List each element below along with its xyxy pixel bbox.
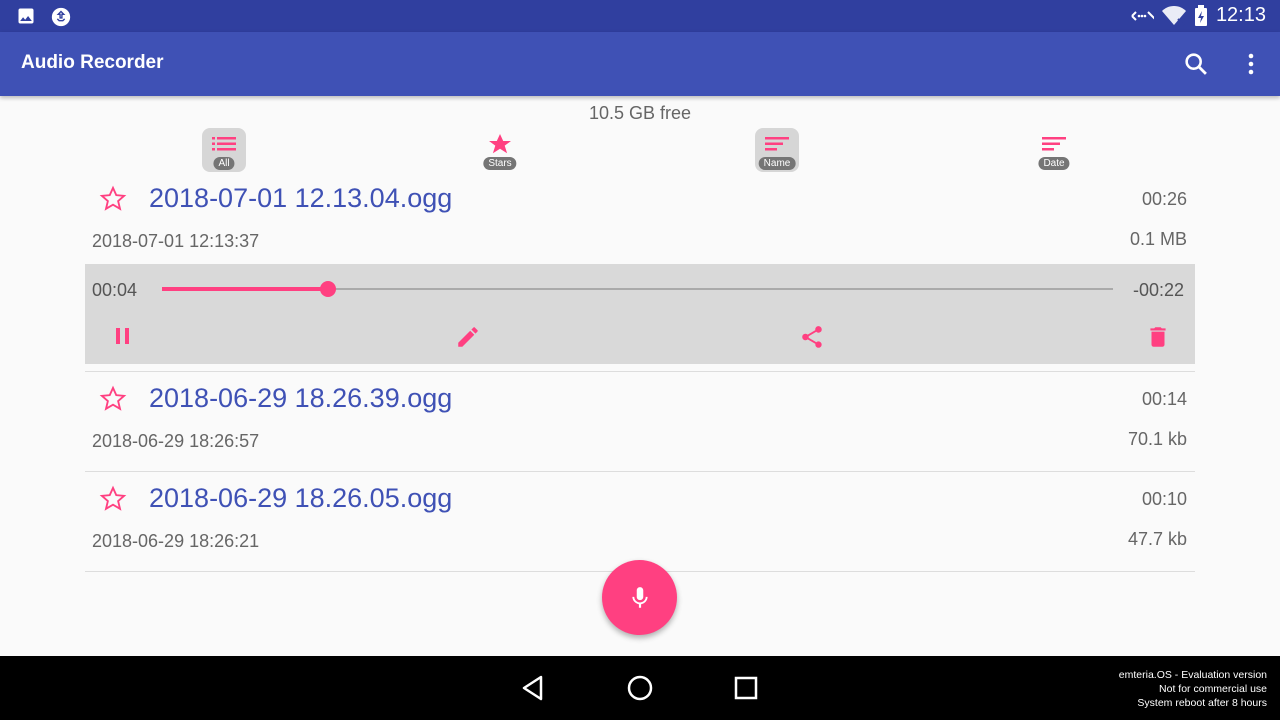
home-icon[interactable] (626, 674, 654, 702)
overflow-menu-icon[interactable] (1237, 50, 1265, 78)
filter-bar: All Stars Name Date (0, 128, 1280, 172)
watermark-line: System reboot after 8 hours (1137, 697, 1267, 709)
filter-name-label: Name (758, 157, 796, 170)
free-space-label: 10.5 GB free (588, 103, 692, 123)
recording-name: 2018-06-29 18.26.05.ogg (149, 483, 453, 513)
recording-duration: 00:14 (1141, 389, 1187, 409)
seek-bar-progress (162, 287, 329, 291)
player-remaining-time: -00:22 (1132, 280, 1184, 300)
filter-date[interactable]: Date (1032, 128, 1076, 172)
filter-all-label: All (213, 157, 235, 170)
list-icon (212, 137, 236, 151)
filter-all[interactable]: All (202, 128, 246, 172)
wifi-no-connection-icon (1161, 5, 1186, 26)
recording-date: 2018-06-29 18:26:21 (92, 531, 260, 551)
recording-duration: 00:10 (1141, 489, 1187, 509)
app-bar: Audio Recorder (0, 32, 1280, 96)
divider (85, 471, 1195, 472)
recording-name: 2018-07-01 12.13.04.ogg (149, 183, 453, 213)
battery-charging-icon (1194, 4, 1207, 26)
ethernet-icon (1131, 10, 1154, 21)
recording-item[interactable]: 2018-06-29 18.26.39.ogg 2018-06-29 18:26… (85, 383, 1195, 463)
sync-notification-icon (51, 7, 71, 27)
recording-size: 70.1 kb (1127, 429, 1187, 449)
star-filled-icon (489, 134, 511, 154)
navigation-bar: emteria.OS - Evaluation version Not for … (0, 656, 1280, 720)
star-outline-icon[interactable] (99, 185, 127, 213)
player-current-time: 00:04 (92, 280, 138, 300)
filter-name[interactable]: Name (755, 128, 799, 172)
delete-icon[interactable] (1145, 324, 1171, 350)
filter-date-label: Date (1038, 157, 1070, 170)
pause-icon[interactable] (111, 324, 135, 348)
image-notification-icon (18, 8, 34, 24)
divider (85, 371, 1195, 372)
microphone-icon (632, 587, 648, 608)
star-outline-icon[interactable] (99, 485, 127, 513)
watermark: emteria.OS - Evaluation version Not for … (1119, 668, 1267, 710)
recording-date: 2018-07-01 12:13:37 (92, 231, 260, 251)
recording-date: 2018-06-29 18:26:57 (92, 431, 260, 451)
recording-item[interactable]: 2018-07-01 12.13.04.ogg 2018-07-01 12:13… (85, 183, 1195, 263)
recents-icon[interactable] (734, 676, 758, 700)
back-icon[interactable] (520, 674, 546, 702)
recording-size: 0.1 MB (1129, 229, 1187, 249)
seek-bar[interactable] (162, 281, 1113, 297)
star-outline-icon[interactable] (99, 385, 127, 413)
seek-bar-thumb[interactable] (320, 281, 337, 297)
recording-item[interactable]: 2018-06-29 18.26.05.ogg 2018-06-29 18:26… (85, 483, 1195, 563)
watermark-line: Not for commercial use (1159, 683, 1267, 695)
audio-player: 00:04 -00:22 (85, 264, 1195, 364)
recording-duration: 00:26 (1141, 189, 1187, 209)
clock: 12:13 (1215, 4, 1266, 26)
record-button[interactable] (602, 560, 677, 635)
recording-name: 2018-06-29 18.26.39.ogg (149, 383, 453, 413)
recording-size: 47.7 kb (1127, 529, 1187, 549)
sort-icon (1042, 137, 1066, 151)
search-icon[interactable] (1182, 50, 1210, 78)
status-bar: 12:13 (0, 0, 1280, 32)
app-title: Audio Recorder (21, 52, 164, 73)
sort-icon (765, 137, 789, 151)
filter-stars-label: Stars (483, 157, 517, 170)
edit-icon[interactable] (455, 324, 481, 350)
filter-stars[interactable]: Stars (478, 128, 522, 172)
watermark-line: emteria.OS - Evaluation version (1118, 669, 1267, 681)
share-icon[interactable] (799, 324, 825, 350)
